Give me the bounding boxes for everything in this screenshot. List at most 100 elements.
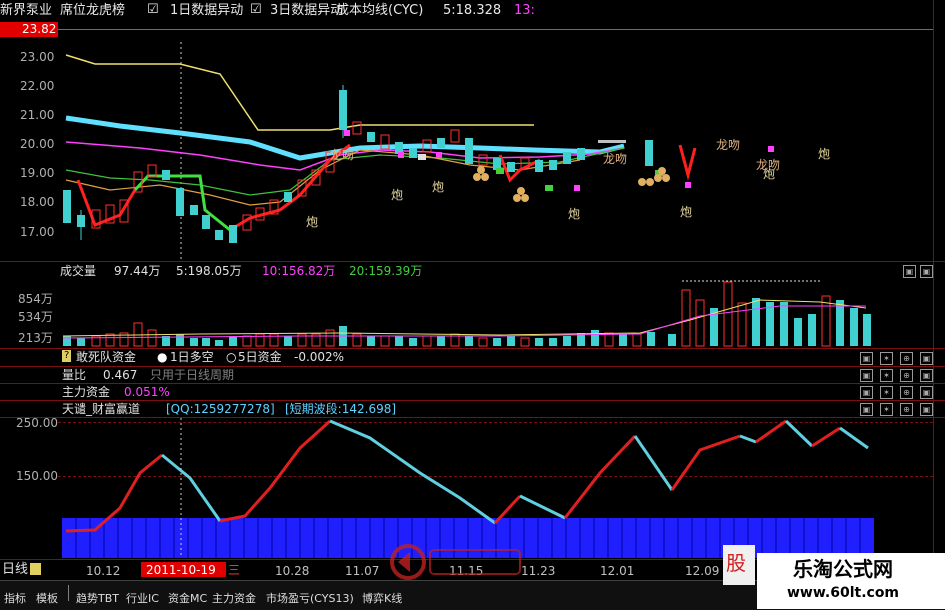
- indicator-wave: [短期波段:142.698]: [285, 402, 397, 416]
- tab-capital-mc[interactable]: 资金MC: [168, 590, 207, 606]
- indicator-row-4[interactable]: 天谴_财富赢道 [QQ:1259277278] [短期波段:142.698]: [0, 401, 933, 417]
- row2-close-button[interactable]: ▣: [920, 369, 933, 382]
- marker-pao-1: 炮: [306, 215, 319, 229]
- tab-indicators[interactable]: 指标: [4, 590, 26, 606]
- signal-dots: [344, 130, 774, 191]
- indicator-c: -0.002%: [294, 350, 345, 364]
- watermark-side-box: 股: [723, 545, 755, 585]
- tab-main-capital[interactable]: 主力资金: [212, 590, 256, 606]
- osc-line-cyan-6: [784, 419, 814, 448]
- row1-toggle-button[interactable]: ▣: [860, 352, 873, 365]
- indicator-label: 天谴_财富赢道: [62, 402, 141, 416]
- row4-close-button[interactable]: ▣: [920, 403, 933, 416]
- cursor-date: 2011-10-19: [146, 563, 216, 577]
- date-tick-1028: 10.28: [275, 564, 310, 578]
- osc-line-red-2: [219, 419, 332, 523]
- volume-ma20: 20:159.39万: [349, 264, 423, 278]
- extra-info: 13:: [514, 3, 535, 18]
- tab-game-kline[interactable]: 博弈K线: [362, 590, 402, 606]
- indicator-a: 1日多空: [170, 350, 214, 364]
- checkbox-1day[interactable]: ☑: [147, 3, 159, 17]
- volume-close-button[interactable]: ▣: [920, 265, 933, 278]
- stock-name: 新界泵业: [0, 3, 53, 18]
- osc-line-cyan-7: [839, 426, 869, 450]
- indicator-row-3[interactable]: 主力资金 0.051%: [0, 384, 933, 400]
- volume-title: 成交量: [60, 264, 97, 278]
- tab-industry-ic[interactable]: 行业IC: [126, 590, 159, 606]
- menu-seat-ranking[interactable]: 席位龙虎榜: [60, 4, 125, 18]
- row1-zoom-icon[interactable]: ⊕: [900, 352, 913, 365]
- volume-ma5: 5:198.05万: [176, 264, 242, 278]
- row1-close-button[interactable]: ▣: [920, 352, 933, 365]
- indicator-note: 只用于日线周期: [150, 368, 235, 382]
- marker-pao-4: 炮: [568, 207, 581, 221]
- marker-pao-7: 炮: [818, 147, 831, 161]
- osc-line-red-6: [755, 419, 787, 444]
- marker-pao-5: 炮: [680, 205, 693, 219]
- signal-red-4: [678, 144, 697, 181]
- help-icon[interactable]: ?: [62, 350, 72, 362]
- watermark-url: www.60lt.com: [787, 585, 900, 601]
- marker-pao-2: 炮: [391, 188, 404, 202]
- row1-pin-icon[interactable]: ✶: [880, 352, 893, 365]
- osc-line-red-4: [563, 434, 637, 519]
- watermark-brand: 乐淘公式网: [793, 557, 893, 581]
- checkbox-3day[interactable]: ☑: [250, 3, 262, 17]
- date-tick-1209: 12.09: [685, 564, 720, 578]
- circle-icon: ○: [226, 350, 237, 364]
- watermark-box: 乐淘公式网 www.60lt.com: [757, 553, 945, 609]
- date-tick-1107: 11.07: [345, 564, 380, 578]
- volume-settings-button[interactable]: ▣: [903, 265, 916, 278]
- date-tick-1201: 12.01: [600, 564, 635, 578]
- row2-zoom-icon[interactable]: ⊕: [900, 369, 913, 382]
- candles: [63, 85, 653, 243]
- period-label[interactable]: 日线: [2, 563, 28, 577]
- tab-templates[interactable]: 模板: [36, 590, 58, 606]
- marker-pao-3: 炮: [432, 180, 445, 194]
- osc-line-cyan-1: [161, 453, 222, 522]
- volume-chart[interactable]: [0, 278, 933, 348]
- marker-longwen-2: 龙吻: [603, 152, 628, 166]
- indicator-value: 0.467: [103, 368, 138, 382]
- marker-longwen-3: 龙吻: [716, 138, 741, 152]
- osc-line-cyan-5: [739, 434, 757, 444]
- volume-value: 97.44万: [114, 264, 161, 278]
- indicator-value: 0.051%: [124, 385, 170, 399]
- row3-toggle-button[interactable]: ▣: [860, 386, 873, 399]
- indicator-b: 5日资金: [238, 350, 282, 364]
- oscillator-chart[interactable]: [0, 418, 933, 558]
- row3-zoom-icon[interactable]: ⊕: [900, 386, 913, 399]
- marker-longwen-1: 龙吻: [330, 148, 355, 162]
- tab-trend-tbt[interactable]: 趋势TBT: [76, 590, 119, 606]
- date-tick-1012: 10.12: [86, 564, 121, 578]
- period-indicator[interactable]: [30, 563, 41, 575]
- cursor-day: 三: [228, 563, 241, 577]
- indicator-label: 量比: [62, 368, 87, 382]
- row4-toggle-button[interactable]: ▣: [860, 403, 873, 416]
- tab-market-pnl[interactable]: 市场盈亏(CYS13): [266, 590, 354, 606]
- row3-pin-icon[interactable]: ✶: [880, 386, 893, 399]
- watermark-side: 股: [726, 551, 746, 575]
- row4-zoom-icon[interactable]: ⊕: [900, 403, 913, 416]
- indicator-row-1[interactable]: ? 敢死队资金 ● 1日多空 ○ 5日资金 -0.002%: [0, 349, 933, 365]
- check-3day-label: 3日数据异动: [270, 3, 344, 18]
- logo-watermark: [390, 544, 521, 580]
- price-info: 5:18.328: [443, 3, 502, 18]
- osc-line-cyan-4: [633, 435, 674, 491]
- right-border: [933, 0, 934, 580]
- indicator-qq: [QQ:1259277278]: [166, 402, 275, 416]
- row4-pin-icon[interactable]: ✶: [880, 403, 893, 416]
- separator-price-volume: [0, 261, 945, 262]
- price-chart[interactable]: [0, 30, 933, 262]
- osc-line-cyan-2: [329, 419, 496, 525]
- row2-pin-icon[interactable]: ✶: [880, 369, 893, 382]
- indicator-label: 主力资金: [62, 385, 111, 399]
- row2-toggle-button[interactable]: ▣: [860, 369, 873, 382]
- osc-line-red-7: [811, 426, 841, 448]
- check-1day-label: 1日数据异动: [170, 3, 244, 18]
- indicator-row-2[interactable]: 量比 0.467 只用于日线周期: [0, 367, 933, 383]
- indicator-label: 敢死队资金: [76, 350, 137, 364]
- row3-close-button[interactable]: ▣: [920, 386, 933, 399]
- osc-line-red-5: [670, 434, 741, 491]
- cyc-label: 成本均线(CYC): [336, 3, 424, 18]
